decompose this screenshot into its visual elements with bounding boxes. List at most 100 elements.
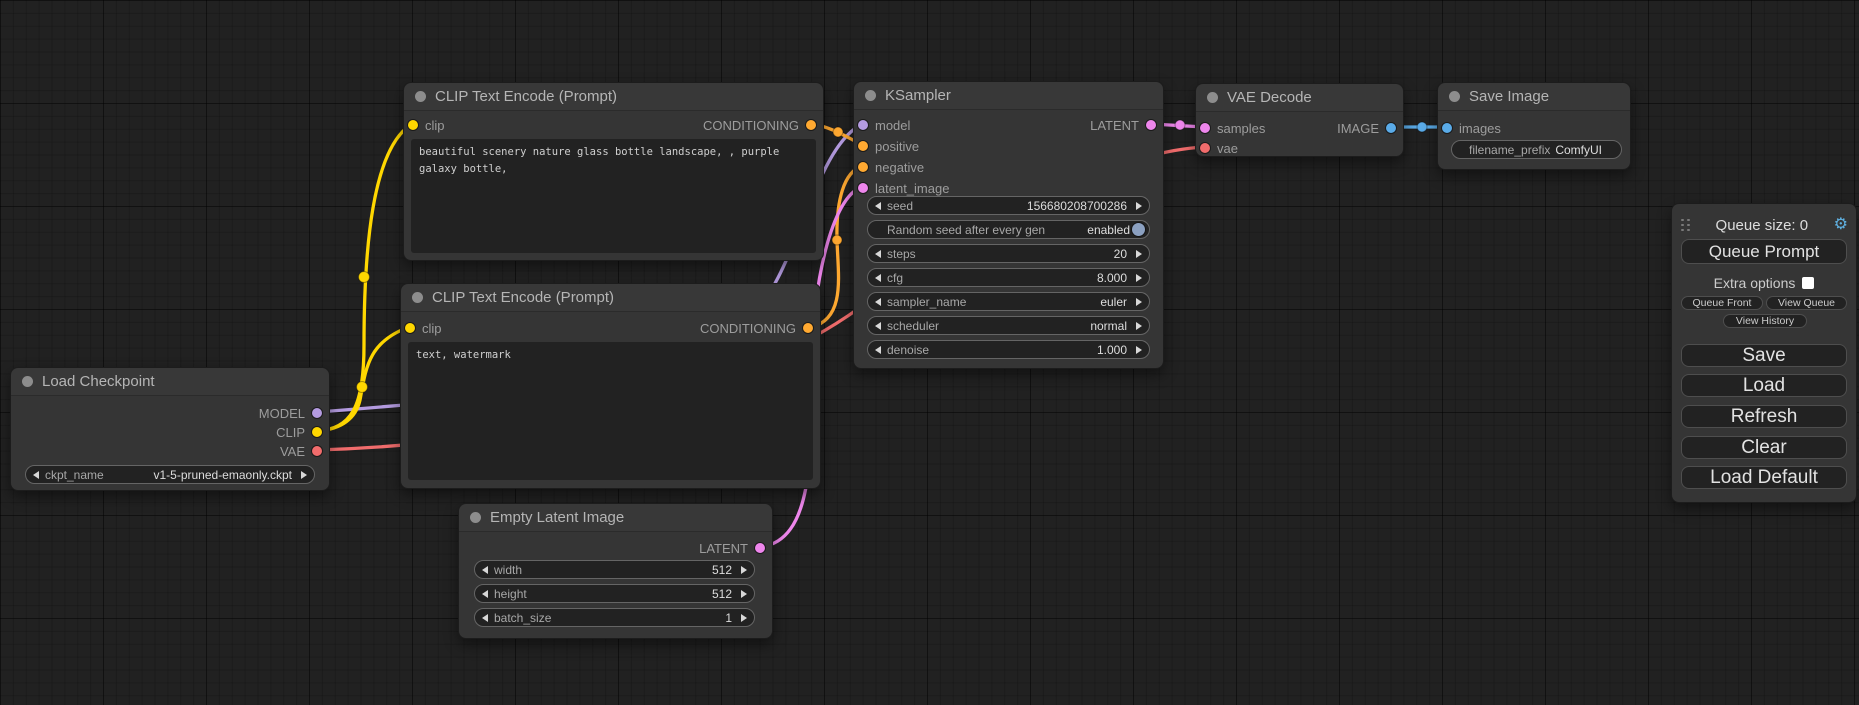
ckpt-name-widget[interactable]: ckpt_name v1-5-pruned-emaonly.ckpt	[25, 465, 315, 484]
decrement-arrow-icon[interactable]	[875, 202, 881, 210]
port-label: VAE	[280, 444, 305, 459]
random-seed-toggle-widget[interactable]: Random seed after every gen enabled	[867, 220, 1150, 239]
load-button[interactable]: Load	[1681, 374, 1847, 397]
decrement-arrow-icon[interactable]	[875, 298, 881, 306]
node-titlebar[interactable]: CLIP Text Encode (Prompt)	[404, 83, 823, 111]
conditioning-input-port[interactable]	[858, 162, 868, 172]
clip-input-port[interactable]	[405, 323, 415, 333]
node-title: Save Image	[1469, 88, 1549, 105]
latent-output-port[interactable]	[755, 543, 765, 553]
port-label: negative	[875, 160, 924, 175]
collapse-dot-icon[interactable]	[412, 292, 423, 303]
scheduler-widget[interactable]: scheduler normal	[867, 316, 1150, 335]
increment-arrow-icon[interactable]	[1136, 322, 1142, 330]
input-clip: clip	[408, 116, 445, 134]
decrement-arrow-icon[interactable]	[33, 471, 39, 479]
toggle-knob-icon[interactable]	[1132, 223, 1145, 236]
decrement-arrow-icon[interactable]	[875, 322, 881, 330]
conditioning-output-port[interactable]	[806, 120, 816, 130]
collapse-dot-icon[interactable]	[865, 90, 876, 101]
steps-widget[interactable]: steps 20	[867, 244, 1150, 263]
node-clip-text-encode-negative: CLIP Text Encode (Prompt) clip CONDITION…	[400, 283, 821, 489]
widget-value: 156680208700286	[1027, 199, 1127, 213]
widget-label: width	[494, 563, 522, 577]
increment-arrow-icon[interactable]	[741, 590, 747, 598]
latent-output-port[interactable]	[1146, 120, 1156, 130]
node-titlebar[interactable]: Load Checkpoint	[11, 368, 329, 396]
collapse-dot-icon[interactable]	[470, 512, 481, 523]
collapse-dot-icon[interactable]	[22, 376, 33, 387]
widget-value: 1.000	[1097, 343, 1127, 357]
node-titlebar[interactable]: CLIP Text Encode (Prompt)	[401, 284, 820, 312]
cfg-widget[interactable]: cfg 8.000	[867, 268, 1150, 287]
decrement-arrow-icon[interactable]	[482, 566, 488, 574]
filename-prefix-widget[interactable]: filename_prefix ComfyUI	[1451, 140, 1622, 159]
queue-prompt-button[interactable]: Queue Prompt	[1681, 239, 1847, 264]
queue-panel: Queue size: 0 ⚙ Queue Prompt Extra optio…	[1671, 203, 1857, 503]
conditioning-input-port[interactable]	[858, 141, 868, 151]
node-titlebar[interactable]: VAE Decode	[1196, 84, 1403, 112]
collapse-dot-icon[interactable]	[1449, 91, 1460, 102]
increment-arrow-icon[interactable]	[1136, 274, 1142, 282]
node-title: Load Checkpoint	[42, 373, 155, 390]
widget-value: 512	[712, 587, 732, 601]
output-conditioning: CONDITIONING	[700, 319, 813, 337]
widget-value: 20	[1114, 247, 1127, 261]
clear-button[interactable]: Clear	[1681, 436, 1847, 459]
view-history-button[interactable]: View History	[1723, 314, 1807, 328]
conditioning-output-port[interactable]	[803, 323, 813, 333]
increment-arrow-icon[interactable]	[741, 614, 747, 622]
increment-arrow-icon[interactable]	[1136, 346, 1142, 354]
decrement-arrow-icon[interactable]	[875, 274, 881, 282]
clip-output-port[interactable]	[312, 427, 322, 437]
width-widget[interactable]: width 512	[474, 560, 755, 579]
clip-input-port[interactable]	[408, 120, 418, 130]
node-titlebar[interactable]: Save Image	[1438, 83, 1630, 111]
latent-input-port[interactable]	[858, 183, 868, 193]
collapse-dot-icon[interactable]	[1207, 92, 1218, 103]
comfyui-canvas[interactable]: { "colors": { "model": "#b49be0", "clip"…	[0, 0, 1859, 705]
sampler-name-widget[interactable]: sampler_name euler	[867, 292, 1150, 311]
increment-arrow-icon[interactable]	[741, 566, 747, 574]
refresh-button[interactable]: Refresh	[1681, 405, 1847, 428]
denoise-widget[interactable]: denoise 1.000	[867, 340, 1150, 359]
extra-options-checkbox[interactable]	[1802, 277, 1814, 289]
decrement-arrow-icon[interactable]	[875, 250, 881, 258]
positive-prompt-textarea[interactable]: beautiful scenery nature glass bottle la…	[411, 139, 816, 253]
latent-input-port[interactable]	[1200, 123, 1210, 133]
node-titlebar[interactable]: KSampler	[854, 82, 1163, 110]
increment-arrow-icon[interactable]	[301, 471, 307, 479]
vae-input-port[interactable]	[1200, 143, 1210, 153]
batch-size-widget[interactable]: batch_size 1	[474, 608, 755, 627]
increment-arrow-icon[interactable]	[1136, 298, 1142, 306]
port-label: images	[1459, 121, 1501, 136]
load-default-button[interactable]: Load Default	[1681, 466, 1847, 489]
gear-icon[interactable]: ⚙	[1834, 217, 1848, 233]
node-title: CLIP Text Encode (Prompt)	[432, 289, 614, 306]
negative-prompt-textarea[interactable]: text, watermark	[408, 342, 813, 480]
drag-handle-icon[interactable]	[1681, 219, 1690, 232]
decrement-arrow-icon[interactable]	[875, 346, 881, 354]
decrement-arrow-icon[interactable]	[482, 590, 488, 598]
seed-widget[interactable]: seed 156680208700286	[867, 196, 1150, 215]
output-image: IMAGE	[1337, 119, 1396, 137]
node-load-checkpoint: Load Checkpoint MODEL CLIP VAE ckpt_name…	[10, 367, 330, 491]
image-input-port[interactable]	[1442, 123, 1452, 133]
decrement-arrow-icon[interactable]	[482, 614, 488, 622]
link-midpoint-dot	[832, 235, 842, 245]
model-input-port[interactable]	[858, 120, 868, 130]
view-queue-button[interactable]: View Queue	[1766, 296, 1847, 310]
input-model: model	[858, 116, 910, 134]
image-output-port[interactable]	[1386, 123, 1396, 133]
increment-arrow-icon[interactable]	[1136, 250, 1142, 258]
save-button[interactable]: Save	[1681, 344, 1847, 367]
collapse-dot-icon[interactable]	[415, 91, 426, 102]
node-titlebar[interactable]: Empty Latent Image	[459, 504, 772, 532]
port-label: samples	[1217, 121, 1265, 136]
increment-arrow-icon[interactable]	[1136, 202, 1142, 210]
model-output-port[interactable]	[312, 408, 322, 418]
height-widget[interactable]: height 512	[474, 584, 755, 603]
queue-front-button[interactable]: Queue Front	[1681, 296, 1763, 310]
port-label: MODEL	[259, 406, 305, 421]
vae-output-port[interactable]	[312, 446, 322, 456]
